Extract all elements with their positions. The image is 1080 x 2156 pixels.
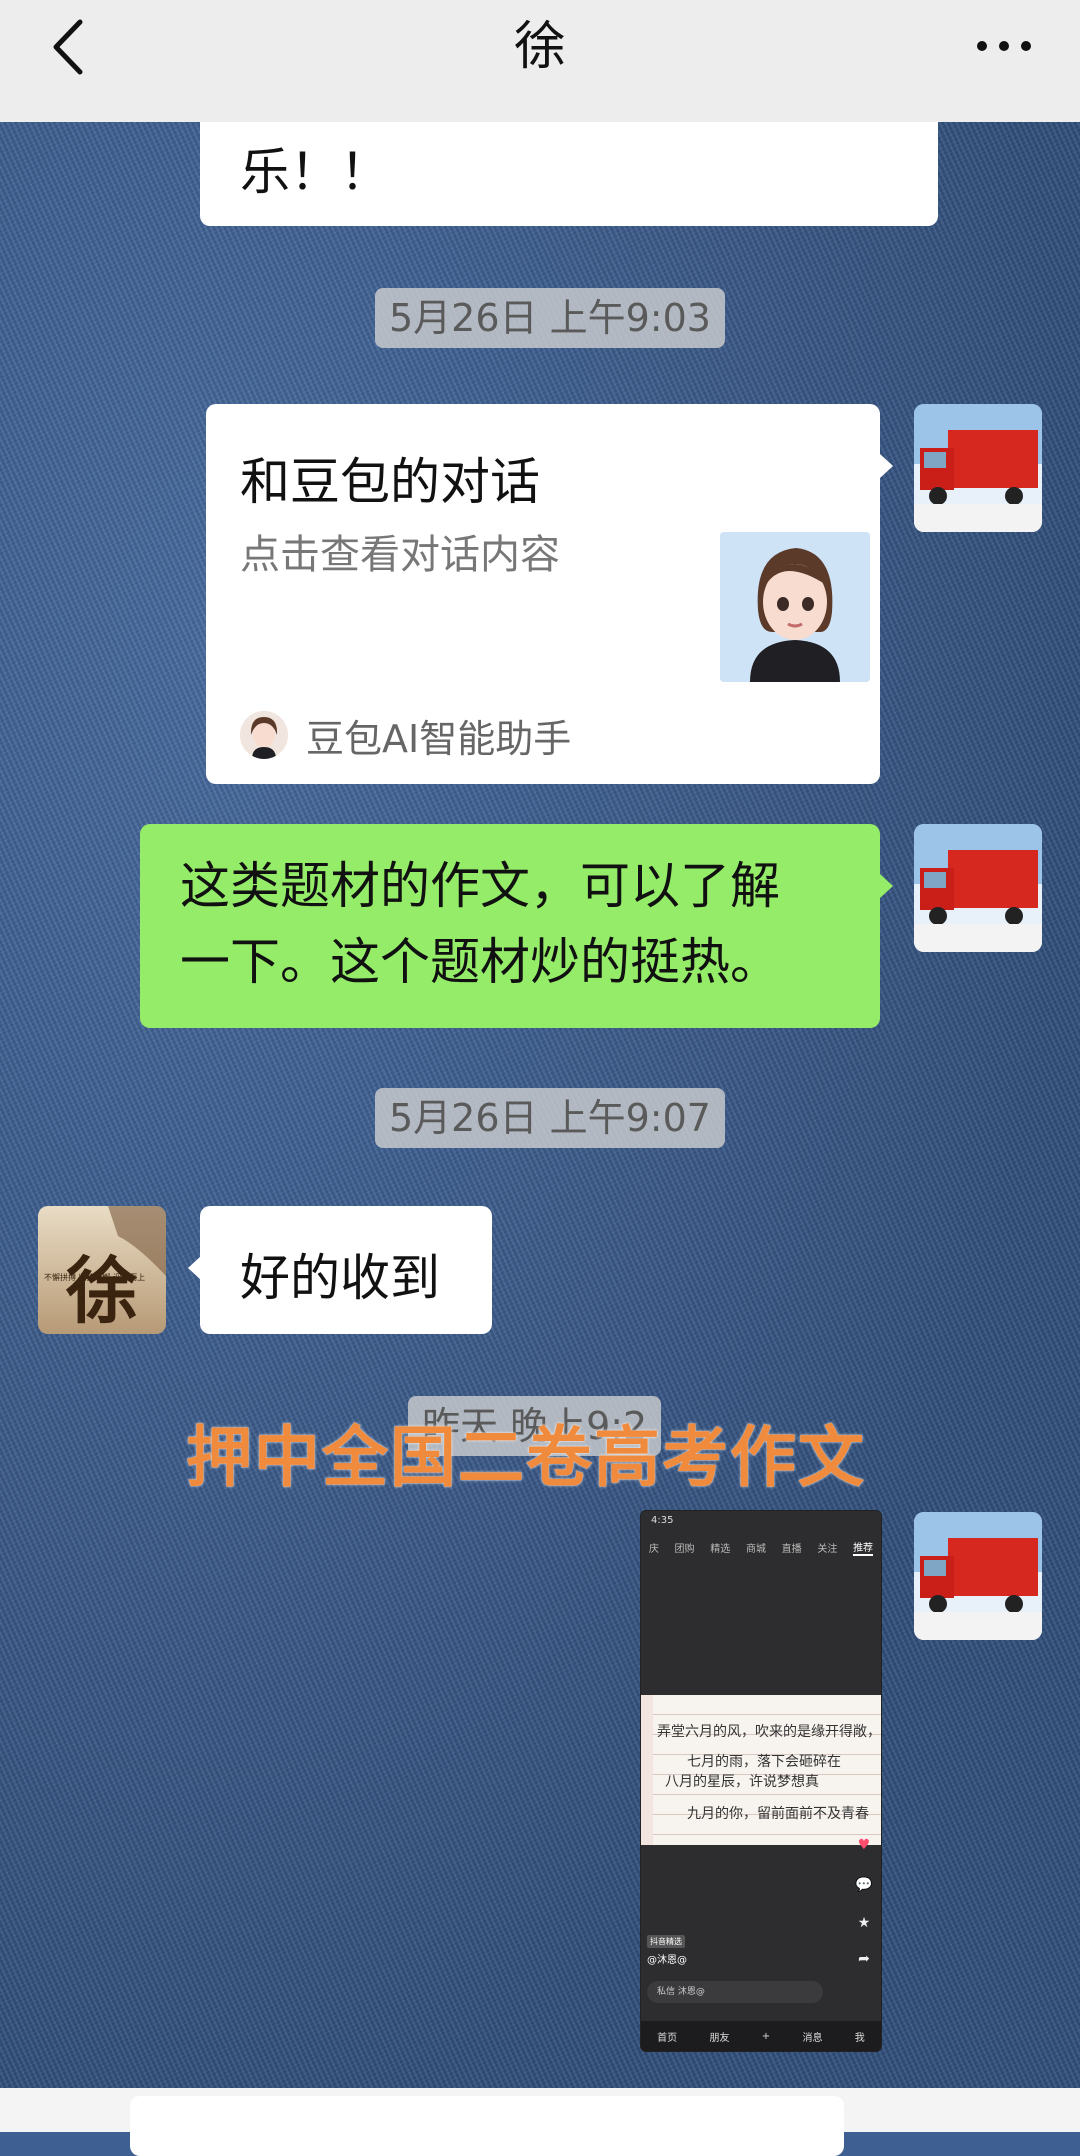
screenshot-comment-icon: 💬 [855, 1877, 873, 1893]
handwriting-line: 八月的星辰，许说梦想真 [665, 1774, 819, 1790]
message-bubble-sent[interactable]: 这类题材的作文，可以了解 一下。这个题材炒的挺热。 [140, 824, 880, 1028]
screenshot-nav: 首页 朋友 + 消息 我 [641, 2021, 881, 2051]
bubble-tail [880, 874, 893, 898]
my-avatar[interactable] [914, 404, 1042, 532]
doubao-avatar-thumbnail [720, 532, 870, 682]
chat-header: 徐 [0, 0, 1080, 122]
screenshot-nav-item: 朋友 [709, 2032, 730, 2044]
bottom-input-bar [0, 2088, 1080, 2156]
timestamp: 5月26日 上午9:03 [375, 288, 725, 348]
card-subtitle: 点击查看对话内容 [240, 532, 560, 578]
doubao-small-avatar-icon [240, 711, 288, 759]
timestamp: 5月26日 上午9:07 [375, 1088, 725, 1148]
screenshot-tab: 团购 [674, 1543, 695, 1555]
card-title: 和豆包的对话 [240, 453, 540, 511]
handwriting-line: 七月的雨，落下会砸碎在 [687, 1754, 841, 1770]
screenshot-tab: 直播 [781, 1543, 802, 1555]
chat-card-message[interactable]: 和豆包的对话 点击查看对话内容 豆包AI智能助手 [206, 404, 880, 784]
truck-avatar-icon [914, 404, 1042, 532]
handwriting-line: 弄堂六月的风，吹来的是缘开得敞， [657, 1724, 881, 1740]
message-text-line-2: 一下。这个题材炒的挺热。 [180, 933, 780, 991]
screenshot-input: 私信 沐恩@ [647, 1981, 823, 2003]
message-input[interactable] [130, 2096, 844, 2156]
more-options-icon[interactable] [972, 26, 1036, 66]
screenshot-tab: 商城 [745, 1543, 766, 1555]
card-source: 豆包AI智能助手 [240, 708, 571, 762]
message-text: 乐！！ [240, 143, 390, 201]
message-text: 好的收到 [240, 1249, 440, 1307]
screenshot-nav-item: 消息 [802, 2032, 823, 2044]
contact-avatar-glyph: 徐 [66, 1248, 139, 1333]
my-avatar[interactable] [914, 824, 1042, 952]
message-text-line-1: 这类题材的作文，可以了解 [180, 857, 780, 915]
message-bubble-received[interactable]: 好的收到 [200, 1206, 492, 1334]
screenshot-tab: 庆 [648, 1543, 659, 1555]
screenshot-tab-active: 推荐 [853, 1539, 874, 1556]
truck-avatar-icon [914, 1512, 1042, 1640]
screenshot-nav-item: 首页 [657, 2032, 678, 2044]
contact-avatar[interactable]: 徐 不懈拼搏 坚持不懈 迎难而上 [38, 1206, 166, 1334]
image-message-screenshot[interactable]: 4:35 庆 团购 精选 商城 直播 关注 推荐 弄堂六月的风，吹来的是缘开得敞… [640, 1510, 882, 2052]
my-avatar[interactable] [914, 1512, 1042, 1640]
overlay-caption: 押中全国二卷高考作文 [186, 1419, 866, 1496]
screenshot-tag: 抖音精选 [647, 1935, 685, 1948]
bubble-tail [880, 454, 893, 478]
screenshot-star-icon: ★ [857, 1915, 871, 1931]
card-source-label: 豆包AI智能助手 [306, 716, 572, 761]
screenshot-status-time: 4:35 [651, 1515, 674, 1526]
chat-title: 徐 [513, 17, 566, 77]
screenshot-nav-item: 我 [854, 2032, 865, 2044]
screenshot-nav-item: + [761, 2030, 771, 2042]
screenshot-heart-icon: ♥ [857, 1837, 871, 1853]
screenshot-share-icon: ➦ [858, 1951, 870, 1967]
screenshot-tab: 精选 [710, 1543, 731, 1555]
truck-avatar-icon [914, 824, 1042, 952]
handwritten-paper: 弄堂六月的风，吹来的是缘开得敞， 七月的雨，落下会砸碎在 八月的星辰，许说梦想真… [641, 1695, 881, 1845]
contact-avatar-subtext: 不懈拼搏 坚持不懈 迎难而上 [44, 1273, 146, 1282]
screenshot-tabs: 庆 团购 精选 商城 直播 关注 推荐 [641, 1535, 881, 1559]
handwriting-line: 九月的你，留前面前不及青春 [687, 1806, 869, 1822]
screenshot-tab: 关注 [817, 1543, 838, 1555]
screenshot-username: @沐恩@ [647, 1955, 687, 1966]
